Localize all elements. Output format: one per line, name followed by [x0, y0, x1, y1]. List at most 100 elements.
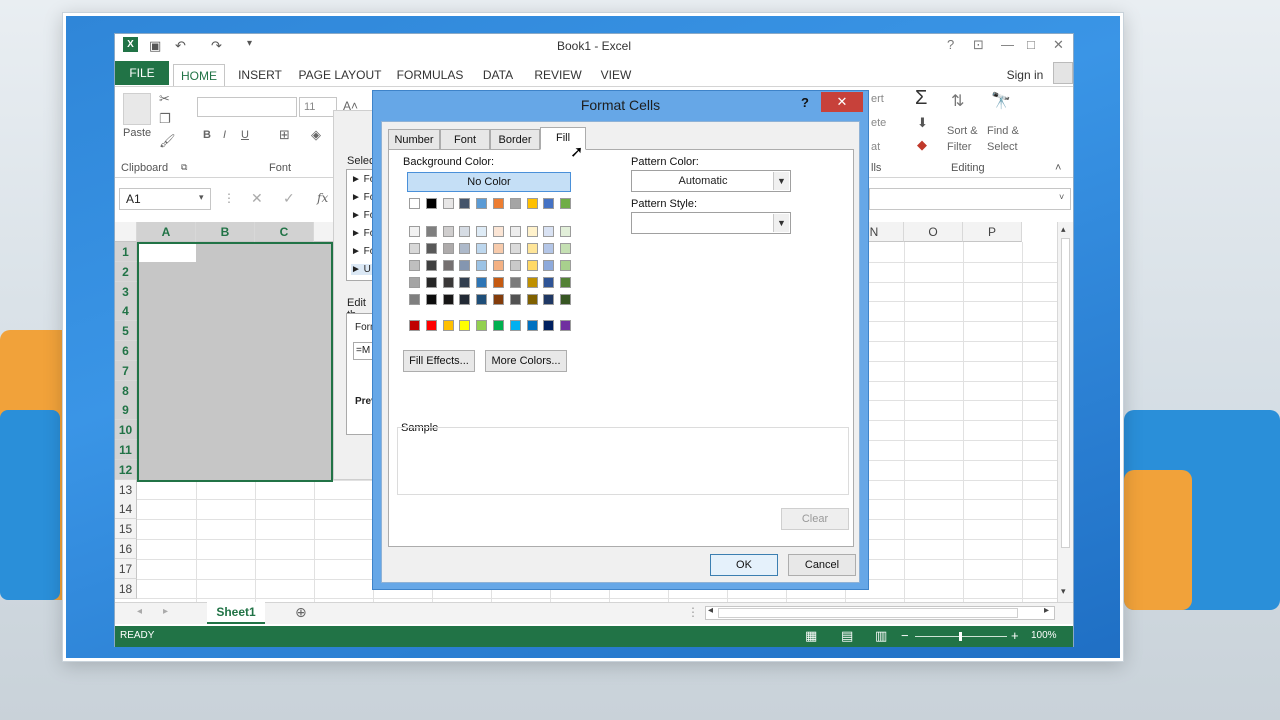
theme-tint-swatch[interactable]: [560, 277, 572, 288]
close-icon[interactable]: ✕: [1053, 37, 1064, 53]
tab-split-handle[interactable]: ⋮: [687, 605, 699, 619]
theme-tint-swatch[interactable]: [560, 294, 572, 305]
row-header[interactable]: 13: [115, 479, 137, 500]
more-colors-button[interactable]: More Colors...: [485, 350, 567, 372]
sign-in-link[interactable]: Sign in: [1003, 64, 1047, 86]
row-header[interactable]: 2: [115, 261, 137, 282]
standard-color-swatch[interactable]: [476, 320, 488, 331]
theme-color-swatch[interactable]: [560, 198, 572, 209]
row-header[interactable]: 5: [115, 321, 137, 342]
paste-label[interactable]: Paste: [123, 127, 151, 139]
vertical-scroll-thumb[interactable]: [1061, 238, 1070, 548]
row-header[interactable]: 18: [115, 578, 137, 599]
theme-color-swatch[interactable]: [526, 198, 538, 209]
sort-filter-label-2[interactable]: Filter: [947, 141, 971, 153]
row-header[interactable]: 1: [115, 242, 137, 262]
theme-tint-swatch[interactable]: [476, 260, 488, 271]
scroll-thumb[interactable]: [718, 608, 1018, 618]
page-break-view-icon[interactable]: ▥: [875, 628, 887, 644]
find-select-label[interactable]: Find &: [987, 125, 1019, 137]
name-box-dropdown-icon[interactable]: ▾: [199, 192, 204, 203]
zoom-out-icon[interactable]: −: [901, 628, 909, 643]
format-painter-icon[interactable]: 🖌: [159, 133, 176, 149]
tab-view[interactable]: VIEW: [595, 64, 637, 86]
clipboard-launcher-icon[interactable]: ⧉: [181, 162, 187, 173]
active-cell-a1[interactable]: [139, 244, 196, 262]
theme-tint-swatch[interactable]: [409, 294, 420, 305]
theme-tint-swatch[interactable]: [476, 294, 488, 305]
vertical-scrollbar[interactable]: ▴ ▾: [1057, 222, 1073, 602]
paste-icon[interactable]: [123, 93, 151, 125]
theme-tint-swatch[interactable]: [442, 226, 454, 237]
scroll-right-icon[interactable]: ▸: [1044, 605, 1049, 616]
theme-color-swatch[interactable]: [442, 198, 454, 209]
insert-function-icon[interactable]: fx: [317, 191, 328, 205]
standard-color-swatch[interactable]: [409, 320, 420, 331]
theme-tint-swatch[interactable]: [493, 277, 504, 288]
zoom-level[interactable]: 100%: [1031, 630, 1057, 641]
tab-font[interactable]: Font: [440, 129, 490, 150]
row-header[interactable]: 17: [115, 558, 137, 579]
next-sheet-icon[interactable]: ▸: [163, 606, 168, 617]
theme-tint-swatch[interactable]: [509, 226, 521, 237]
theme-tint-swatch[interactable]: [543, 294, 555, 305]
theme-tint-swatch[interactable]: [459, 226, 471, 237]
theme-tint-swatch[interactable]: [459, 260, 471, 271]
clear-icon[interactable]: ◆: [917, 137, 927, 153]
theme-tint-swatch[interactable]: [526, 277, 538, 288]
standard-color-swatch[interactable]: [459, 320, 471, 331]
theme-tint-swatch[interactable]: [526, 260, 538, 271]
theme-tint-swatch[interactable]: [442, 294, 454, 305]
theme-tint-swatch[interactable]: [543, 243, 555, 254]
ok-button[interactable]: OK: [710, 554, 778, 576]
theme-tint-swatch[interactable]: [476, 277, 488, 288]
theme-tint-swatch[interactable]: [526, 226, 538, 237]
theme-color-swatch[interactable]: [493, 198, 504, 209]
theme-tint-swatch[interactable]: [526, 243, 538, 254]
theme-tint-swatch[interactable]: [543, 277, 555, 288]
collapse-ribbon-icon[interactable]: ˄: [1055, 162, 1061, 174]
row-header[interactable]: 16: [115, 539, 137, 559]
theme-tint-swatch[interactable]: [459, 277, 471, 288]
theme-tint-swatch[interactable]: [560, 243, 572, 254]
maximize-icon[interactable]: □: [1027, 37, 1035, 52]
prev-sheet-icon[interactable]: ◂: [137, 606, 142, 617]
theme-tint-swatch[interactable]: [425, 277, 437, 288]
theme-tint-swatch[interactable]: [476, 226, 488, 237]
theme-color-swatch[interactable]: [459, 198, 471, 209]
tab-formulas[interactable]: FORMULAS: [393, 64, 467, 86]
theme-tint-swatch[interactable]: [509, 277, 521, 288]
horizontal-scrollbar[interactable]: ◂ ▸: [705, 605, 1055, 620]
standard-color-swatch[interactable]: [560, 320, 572, 331]
theme-tint-swatch[interactable]: [409, 277, 420, 288]
theme-tint-swatch[interactable]: [425, 294, 437, 305]
fill-color-icon[interactable]: ◈: [311, 127, 321, 143]
row-header[interactable]: 6: [115, 341, 137, 361]
standard-color-swatch[interactable]: [493, 320, 504, 331]
name-box[interactable]: A1: [119, 188, 211, 210]
theme-tint-swatch[interactable]: [425, 226, 437, 237]
font-name-box[interactable]: [197, 97, 297, 117]
row-header[interactable]: 8: [115, 380, 137, 401]
theme-color-swatch[interactable]: [543, 198, 555, 209]
row-header[interactable]: 10: [115, 420, 137, 441]
dialog-help-icon[interactable]: ?: [801, 95, 809, 110]
clear-button[interactable]: Clear: [781, 508, 849, 530]
cut-icon[interactable]: ✂: [159, 91, 170, 107]
new-sheet-icon[interactable]: ⊕: [295, 604, 307, 621]
theme-tint-swatch[interactable]: [425, 243, 437, 254]
avatar[interactable]: [1053, 62, 1073, 84]
tab-page-layout[interactable]: PAGE LAYOUT: [295, 64, 385, 86]
tab-border[interactable]: Border: [490, 129, 540, 150]
row-header[interactable]: 9: [115, 400, 137, 421]
row-header[interactable]: 11: [115, 440, 137, 460]
theme-tint-swatch[interactable]: [509, 243, 521, 254]
theme-tint-swatch[interactable]: [459, 294, 471, 305]
theme-tint-swatch[interactable]: [526, 294, 538, 305]
scroll-left-icon[interactable]: ◂: [708, 605, 713, 616]
zoom-in-icon[interactable]: +: [1011, 628, 1019, 643]
sort-filter-icon[interactable]: ⇅: [951, 91, 964, 111]
column-header[interactable]: A: [137, 222, 196, 242]
cancel-entry-icon[interactable]: ✕: [251, 190, 263, 207]
theme-tint-swatch[interactable]: [509, 294, 521, 305]
